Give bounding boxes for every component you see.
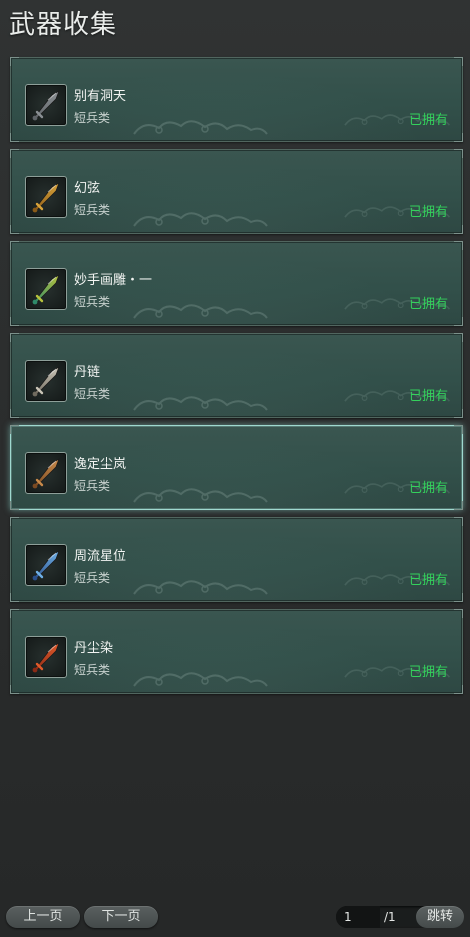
next-page-button[interactable]: 下一页 (84, 906, 158, 928)
page-number-input[interactable]: 1 (336, 906, 380, 928)
weapon-name: 别有洞天 (74, 89, 127, 104)
card-corner-ornament (454, 425, 463, 434)
owned-status-label: 已拥有 (408, 389, 448, 404)
weapon-card[interactable]: 丹尘染短兵类 已拥有 (10, 609, 463, 694)
card-corner-ornament (10, 609, 19, 618)
weapon-card[interactable]: 妙手画雕・一 短兵类 已拥有 (10, 241, 463, 326)
weapon-collection-page: 武器收集 别有洞天 短兵类 已拥有 幻弦 短兵类 已拥有 妙手画雕・一 短兵类 已拥有 丹链 短兵类… (0, 0, 470, 937)
golden-claw-icon (25, 176, 67, 218)
card-corner-ornament (454, 57, 463, 66)
weapon-name: 妙手画雕・一 (74, 273, 153, 288)
star-blade-icon (25, 544, 67, 586)
jade-hook-icon (25, 268, 67, 310)
card-corner-ornament (454, 149, 463, 158)
card-corner-ornament (454, 593, 463, 602)
page-jump-box: 1 /1 跳转 (336, 906, 464, 928)
card-corner-ornament (10, 501, 19, 510)
weapon-type: 短兵类 (74, 663, 111, 677)
card-corner-ornament (454, 609, 463, 618)
weapon-card[interactable]: 逸定尘岚短兵类 已拥有 (10, 425, 463, 510)
weapon-type: 短兵类 (74, 295, 111, 309)
broad-blade-icon (25, 84, 67, 126)
card-corner-ornament (454, 409, 463, 418)
card-corner-ornament (10, 241, 19, 250)
weapon-name: 丹链 (74, 365, 101, 380)
weapon-list: 别有洞天 短兵类 已拥有 幻弦 短兵类 已拥有 妙手画雕・一 短兵类 已拥有 丹链 短兵类 已拥有 逸定… (10, 57, 463, 701)
owned-status-label: 已拥有 (408, 205, 448, 220)
card-corner-ornament (10, 225, 19, 234)
weapon-type: 短兵类 (74, 571, 111, 585)
card-corner-ornament (10, 409, 19, 418)
prev-page-button[interactable]: 上一页 (6, 906, 80, 928)
owned-status-label: 已拥有 (408, 481, 448, 496)
jump-button[interactable]: 跳转 (416, 906, 464, 928)
pagination-bar: 上一页 下一页 1 /1 跳转 (0, 906, 470, 928)
weapon-name: 周流星位 (74, 549, 127, 564)
flame-blade-icon (25, 636, 67, 678)
card-corner-ornament (10, 517, 19, 526)
bronze-dagger-icon (25, 452, 67, 494)
card-corner-ornament (10, 685, 19, 694)
card-corner-ornament (454, 685, 463, 694)
owned-status-label: 已拥有 (408, 113, 448, 128)
card-corner-ornament (10, 425, 19, 434)
owned-status-label: 已拥有 (408, 665, 448, 680)
card-corner-ornament (454, 501, 463, 510)
card-corner-ornament (454, 133, 463, 142)
owned-status-label: 已拥有 (408, 297, 448, 312)
total-pages-label: /1 (384, 910, 396, 924)
page-title: 武器收集 (9, 10, 118, 40)
card-corner-ornament (454, 333, 463, 342)
card-corner-ornament (10, 317, 19, 326)
card-corner-ornament (454, 517, 463, 526)
card-corner-ornament (10, 149, 19, 158)
cloud-pattern-icon (129, 576, 269, 598)
weapon-type: 短兵类 (74, 479, 111, 493)
card-corner-ornament (10, 133, 19, 142)
weapon-type: 短兵类 (74, 387, 111, 401)
card-corner-ornament (10, 57, 19, 66)
cloud-pattern-icon (129, 300, 269, 322)
cloud-pattern-icon (129, 208, 269, 230)
weapon-card[interactable]: 周流星位短兵类 已拥有 (10, 517, 463, 602)
weapon-card[interactable]: 幻弦短兵类 已拥有 (10, 149, 463, 234)
weapon-card[interactable]: 别有洞天短兵类 已拥有 (10, 57, 463, 142)
weapon-card[interactable]: 丹链短兵类 已拥有 (10, 333, 463, 418)
weapon-name: 逸定尘岚 (74, 457, 127, 472)
cloud-pattern-icon (129, 116, 269, 138)
silver-mace-icon (25, 360, 67, 402)
card-corner-ornament (454, 317, 463, 326)
weapon-type: 短兵类 (74, 203, 111, 217)
card-corner-ornament (454, 225, 463, 234)
weapon-type: 短兵类 (74, 111, 111, 125)
weapon-name: 幻弦 (74, 181, 101, 196)
cloud-pattern-icon (129, 668, 269, 690)
cloud-pattern-icon (129, 392, 269, 414)
weapon-name: 丹尘染 (74, 641, 114, 656)
card-corner-ornament (454, 241, 463, 250)
card-corner-ornament (10, 593, 19, 602)
cloud-pattern-icon (129, 484, 269, 506)
card-corner-ornament (10, 333, 19, 342)
owned-status-label: 已拥有 (408, 573, 448, 588)
